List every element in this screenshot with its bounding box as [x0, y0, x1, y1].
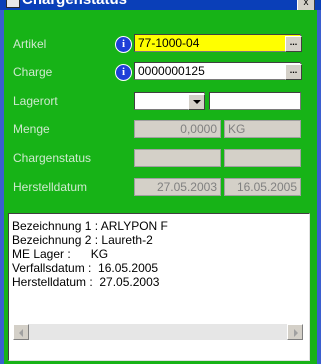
- scroll-right-icon[interactable]: [287, 324, 303, 340]
- horizontal-scrollbar[interactable]: [13, 324, 303, 340]
- artikel-input[interactable]: 77-1000-04: [134, 34, 301, 52]
- details-line: Bezeichnung 1 : ARLYPON F: [12, 219, 168, 233]
- artikel-info-icon[interactable]: i: [115, 36, 132, 53]
- window-border-right: [317, 10, 321, 364]
- menge-value: 0,0000: [134, 120, 221, 138]
- chargenstatus-description: [224, 149, 301, 167]
- charge-label: Charge: [13, 65, 53, 79]
- app-icon: [6, 0, 20, 8]
- charge-info-icon[interactable]: i: [115, 64, 132, 81]
- lagerort-dropdown-icon[interactable]: [188, 94, 205, 110]
- charge-input[interactable]: 0000000125: [134, 62, 301, 80]
- title-bar: Chargenstatus x: [0, 0, 321, 10]
- form-area: Artikel i 77-1000-04 ... Charge i 000000…: [4, 10, 317, 364]
- close-button[interactable]: x: [297, 0, 315, 10]
- window-title: Chargenstatus: [22, 0, 127, 9]
- lagerort-label: Lagerort: [13, 94, 58, 108]
- scroll-left-icon[interactable]: [13, 324, 29, 340]
- verfallsdatum-value: 16.05.2005: [224, 178, 301, 196]
- herstelldatum-label: Herstelldatum: [13, 180, 88, 194]
- details-line: Bezeichnung 2 : Laureth-2: [12, 233, 153, 247]
- charge-lookup-button[interactable]: ...: [285, 64, 302, 80]
- menge-label: Menge: [13, 122, 50, 136]
- chargenstatus-value: [134, 149, 221, 167]
- lagerort-description-input[interactable]: [209, 92, 301, 110]
- artikel-lookup-button[interactable]: ...: [285, 36, 302, 52]
- herstelldatum-value: 27.05.2003: [134, 178, 221, 196]
- details-line: Herstelldatum : 27.05.2003: [12, 275, 160, 289]
- details-line: Verfallsdatum : 16.05.2005: [12, 261, 159, 275]
- chargenstatus-label: Chargenstatus: [13, 151, 92, 165]
- menge-unit: KG: [224, 120, 301, 138]
- details-panel: Bezeichnung 1 : ARLYPON F Bezeichnung 2 …: [8, 213, 310, 361]
- details-line: ME Lager : KG: [12, 247, 109, 261]
- artikel-label: Artikel: [13, 37, 47, 51]
